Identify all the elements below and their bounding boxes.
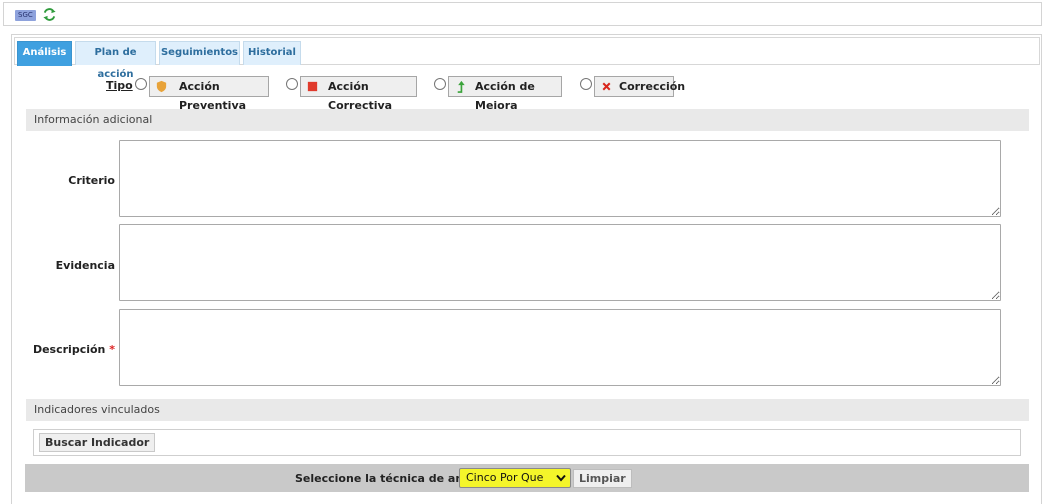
radio-accion-correctiva[interactable]: [286, 78, 298, 90]
criterio-field[interactable]: [119, 140, 1001, 217]
evidencia-label: Evidencia: [55, 259, 115, 272]
radio-accion-de-mejora[interactable]: [434, 78, 446, 90]
shield-icon: [156, 80, 167, 93]
descripcion-label: Descripción *: [32, 343, 115, 356]
informacion-adicional-header: Información adicional: [26, 109, 1029, 131]
tab-historial[interactable]: Historial: [243, 41, 301, 65]
required-mark: *: [109, 343, 115, 356]
tab-plan-de-accion[interactable]: Plan de acción: [75, 41, 156, 80]
indicadores-vinculados-header: Indicadores vinculados: [26, 399, 1029, 421]
top-bar: SGC: [3, 2, 1042, 26]
tab-seguimientos[interactable]: Seguimientos: [159, 41, 240, 65]
refresh-icon[interactable]: [42, 7, 57, 22]
descripcion-field[interactable]: [119, 309, 1001, 386]
chevron-down-icon: [556, 474, 566, 482]
red-square-icon: [307, 81, 318, 92]
tipo-label: Tipo: [106, 79, 133, 92]
indicadores-box: Buscar Indicador: [33, 429, 1021, 456]
accion-de-mejora-button[interactable]: Acción de Mejora: [448, 76, 562, 112]
close-icon: [602, 82, 611, 91]
limpiar-button[interactable]: Limpiar: [573, 469, 632, 488]
correccion-button[interactable]: Corrección: [594, 76, 685, 97]
tab-analisis[interactable]: Análisis: [17, 41, 72, 66]
criterio-label: Criterio: [68, 174, 115, 187]
tab-bar: Análisis Plan de acción Seguimientos His…: [14, 37, 1040, 80]
correccion-label: Corrección: [619, 80, 686, 93]
tecnica-analisis-bar: Seleccione la técnica de análisis Cinco …: [25, 464, 1029, 492]
accion-correctiva-button[interactable]: Acción Correctiva: [300, 76, 417, 112]
accion-preventiva-button[interactable]: Acción Preventiva: [149, 76, 269, 112]
sgc-badge: SGC: [15, 10, 36, 21]
buscar-indicador-button[interactable]: Buscar Indicador: [39, 433, 156, 452]
radio-correccion[interactable]: [580, 78, 592, 90]
radio-accion-preventiva[interactable]: [135, 78, 147, 90]
evidencia-field[interactable]: [119, 224, 1001, 301]
arrow-up-icon: [457, 80, 465, 93]
tecnica-analisis-select[interactable]: Cinco Por Que: [459, 468, 571, 488]
tecnica-selected-value: Cinco Por Que: [466, 471, 544, 484]
